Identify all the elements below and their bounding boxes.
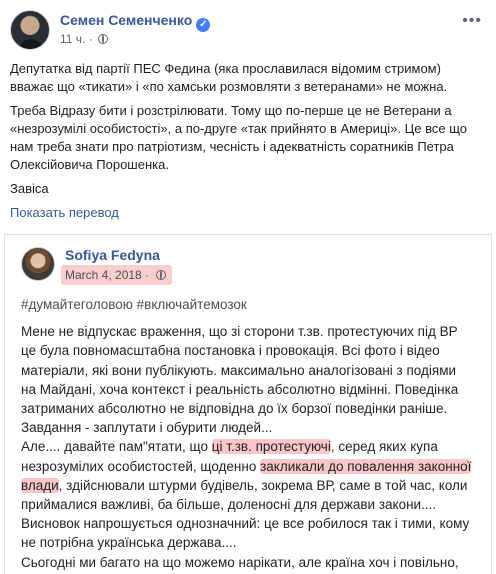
embedded-author-name: Sofiya Fedyna [65, 247, 160, 263]
embedded-text-line: незрозумілих особистостей, щоденно закли… [21, 457, 487, 476]
post-paragraph-3: Завіса [10, 180, 486, 198]
post-text: Депутатка від партії ПЕС Федина (яка про… [10, 60, 486, 198]
embedded-screenshot[interactable]: Sofiya Fedyna March 4, 2018 · #думайтего… [4, 234, 492, 574]
embedded-text: затриманих абсолютно не відповідна до їх… [21, 401, 447, 416]
embedded-author-avatar [21, 247, 55, 281]
highlighted-text: влади [21, 478, 59, 493]
embedded-text-line: влади, здійснювали штурми будівель, зокр… [21, 476, 487, 495]
highlighted-text: закликали до повалення законної [260, 459, 471, 474]
embedded-date-highlight: March 4, 2018 · [61, 265, 172, 285]
embedded-text-line: затриманих абсолютно не відповідна до їх… [21, 399, 487, 418]
embedded-text: це була повномасштабна постановка і пров… [21, 343, 440, 358]
embedded-text: Завдання - заплутати і обурити людей... [21, 420, 272, 435]
embedded-text: матеріали, які вони публікують. максимал… [21, 363, 456, 378]
embedded-text: Висновок напрошується однозначний: це вс… [21, 516, 469, 531]
embedded-text: Мене не відпускає враження, що зі сторон… [21, 324, 458, 339]
embedded-text-line: Але.... давайте пам"ятати, що ці т.зв. п… [21, 437, 487, 456]
embedded-text: , серед яких купа [331, 439, 438, 454]
embedded-text: Сьогодні ми багато на що можемо нарікати… [21, 555, 459, 570]
globe-icon[interactable] [98, 34, 108, 44]
embedded-text-line: не потрібна українська держава.... [21, 533, 487, 552]
more-options-icon[interactable]: ••• [462, 12, 482, 30]
post-header: Семен Семенченко ✓ 11 ч. · ••• [10, 8, 486, 52]
embedded-text-line: Сьогодні ми багато на що можемо нарікати… [21, 553, 487, 572]
verified-check-icon: ✓ [196, 18, 210, 32]
embedded-post-date: March 4, 2018 · [65, 268, 149, 282]
embedded-text-line: Мене не відпускає враження, що зі сторон… [21, 322, 487, 341]
embedded-text: незрозумілих особистостей, щоденно [21, 459, 260, 474]
meta-separator: · [89, 32, 93, 46]
post-meta: 11 ч. · [60, 32, 108, 46]
embedded-text: , здійснювали штурми будівель, зокрема В… [59, 478, 468, 493]
embedded-text: не потрібна українська держава.... [21, 535, 236, 550]
embedded-text: приймалися важливі, ба більше, доленосні… [21, 497, 436, 512]
embedded-text-line: приймалися важливі, ба більше, доленосні… [21, 495, 487, 514]
author-avatar[interactable] [10, 10, 50, 50]
show-translation-link[interactable]: Показать перевод [10, 205, 119, 220]
author-name-row: Семен Семенченко ✓ [60, 12, 210, 32]
embedded-text-line: на Майдані, хоча контекст і реальність а… [21, 380, 487, 399]
embedded-text-line: матеріали, які вони публікують. максимал… [21, 361, 487, 380]
embedded-text: Але.... давайте пам"ятати, що [21, 439, 212, 454]
post-timestamp[interactable]: 11 ч. [60, 32, 85, 46]
embedded-globe-icon [156, 270, 166, 280]
post-paragraph-1: Депутатка від партії ПЕС Федина (яка про… [10, 60, 486, 96]
embedded-text: на Майдані, хоча контекст і реальність а… [21, 382, 458, 397]
highlighted-text: ці т.зв. протестуючі [212, 439, 331, 454]
post-paragraph-2: Треба Відразу бити і розстрілювати. Тому… [10, 102, 486, 174]
embedded-text-line: це була повномасштабна постановка і пров… [21, 341, 487, 360]
embedded-hashtags: #думайтеголовою #включайтемозок [21, 295, 487, 314]
embedded-text-line: Висновок напрошується однозначний: це вс… [21, 514, 487, 533]
embedded-text-line: Завдання - заплутати і обурити людей... [21, 418, 487, 437]
author-name-link[interactable]: Семен Семенченко [60, 12, 192, 28]
embedded-post-body: #думайтеголовою #включайтемозок Мене не … [21, 295, 487, 574]
